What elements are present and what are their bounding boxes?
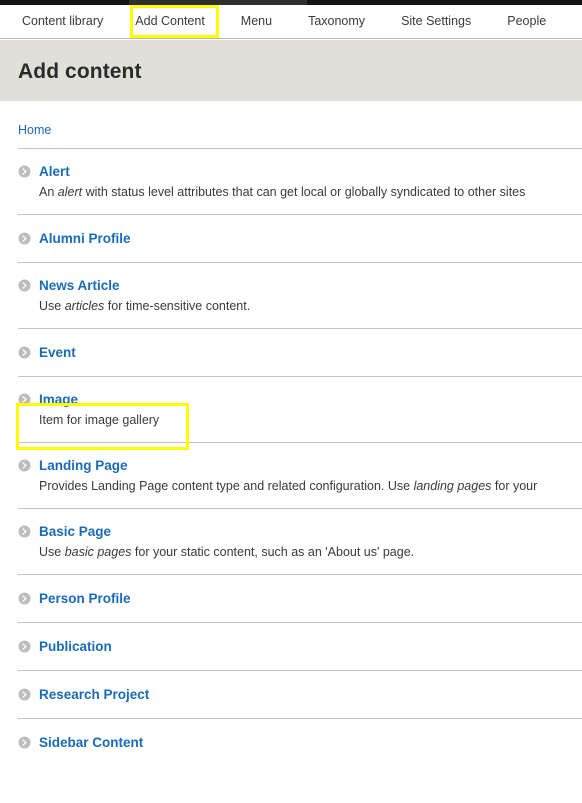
content-type-list: Alert An alert with status level attribut… — [0, 148, 582, 766]
content-type-row: Person Profile — [18, 574, 582, 622]
breadcrumb-link-home[interactable]: Home — [18, 123, 51, 137]
content-type-link-landing-page[interactable]: Landing Page — [39, 456, 128, 475]
description-emphasis: basic pages — [65, 545, 132, 559]
primary-navigation-bar: Content library Add Content Menu Taxonom… — [0, 5, 582, 39]
nav-item-add-content[interactable]: Add Content — [117, 5, 223, 38]
breadcrumb: Home — [0, 101, 582, 148]
content-type-link-sidebar-content[interactable]: Sidebar Content — [39, 733, 143, 752]
chevron-right-circle-icon — [18, 393, 31, 406]
chevron-right-circle-icon — [18, 232, 31, 245]
content-type-description: Use articles for time-sensitive content. — [39, 298, 582, 315]
description-suffix: for your — [491, 479, 537, 493]
content-type-description: Use basic pages for your static content,… — [39, 544, 582, 561]
description-suffix: for time-sensitive content. — [104, 299, 250, 313]
nav-item-taxonomy[interactable]: Taxonomy — [290, 5, 383, 38]
content-type-header: Sidebar Content — [18, 733, 582, 752]
description-prefix: Use — [39, 299, 65, 313]
chevron-right-circle-icon — [18, 592, 31, 605]
content-type-header: Research Project — [18, 685, 582, 704]
content-type-header: Publication — [18, 637, 582, 656]
content-type-description: Item for image gallery — [39, 412, 582, 429]
content-type-header: Basic Page — [18, 522, 582, 541]
description-prefix: An — [39, 185, 58, 199]
content-type-row: Alert An alert with status level attribut… — [18, 148, 582, 214]
chevron-right-circle-icon — [18, 459, 31, 472]
content-type-link-news-article[interactable]: News Article — [39, 276, 120, 295]
description-suffix: for your static content, such as an 'Abo… — [131, 545, 414, 559]
content-type-header: Alert — [18, 162, 582, 181]
content-type-link-event[interactable]: Event — [39, 343, 76, 362]
content-type-link-alumni-profile[interactable]: Alumni Profile — [39, 229, 131, 248]
chevron-right-circle-icon — [18, 525, 31, 538]
chevron-right-circle-icon — [18, 640, 31, 653]
content-type-link-basic-page[interactable]: Basic Page — [39, 522, 111, 541]
content-type-row: Basic Page Use basic pages for your stati… — [18, 508, 582, 574]
content-type-link-person-profile[interactable]: Person Profile — [39, 589, 131, 608]
chevron-right-circle-icon — [18, 165, 31, 178]
content-type-header: Landing Page — [18, 456, 582, 475]
content-type-link-alert[interactable]: Alert — [39, 162, 70, 181]
content-type-link-publication[interactable]: Publication — [39, 637, 112, 656]
description-prefix: Item for image gallery — [39, 413, 159, 427]
content-type-header: Person Profile — [18, 589, 582, 608]
content-type-link-image[interactable]: Image — [39, 390, 78, 409]
content-type-row: Publication — [18, 622, 582, 670]
nav-item-site-settings[interactable]: Site Settings — [383, 5, 489, 38]
description-emphasis: alert — [58, 185, 82, 199]
page-title-band: Add content — [0, 39, 582, 102]
content-type-row: Sidebar Content — [18, 718, 582, 766]
page-title: Add content — [18, 60, 142, 84]
chevron-right-circle-icon — [18, 736, 31, 749]
nav-item-people[interactable]: People — [489, 5, 564, 38]
content-type-description: An alert with status level attributes th… — [39, 184, 582, 201]
content-type-row: Landing Page Provides Landing Page conten… — [18, 442, 582, 508]
content-type-header: Alumni Profile — [18, 229, 582, 248]
nav-item-menu[interactable]: Menu — [223, 5, 290, 38]
description-prefix: Provides Landing Page content type and r… — [39, 479, 414, 493]
content-type-row: Alumni Profile — [18, 214, 582, 262]
content-type-description: Provides Landing Page content type and r… — [39, 478, 582, 495]
chevron-right-circle-icon — [18, 346, 31, 359]
nav-item-content-library[interactable]: Content library — [8, 5, 117, 38]
content-type-row: Image Item for image gallery — [18, 376, 582, 442]
content-type-row: News Article Use articles for time-sensit… — [18, 262, 582, 328]
content-type-link-research-project[interactable]: Research Project — [39, 685, 149, 704]
content-type-header: Image — [18, 390, 582, 409]
description-suffix: with status level attributes that can ge… — [82, 185, 525, 199]
chevron-right-circle-icon — [18, 688, 31, 701]
content-type-row: Event — [18, 328, 582, 376]
chevron-right-circle-icon — [18, 279, 31, 292]
content-type-header: Event — [18, 343, 582, 362]
description-emphasis: landing pages — [414, 479, 492, 493]
description-prefix: Use — [39, 545, 65, 559]
content-type-header: News Article — [18, 276, 582, 295]
nav-item-list: Content library Add Content Menu Taxonom… — [0, 5, 582, 38]
content-type-row: Research Project — [18, 670, 582, 718]
description-emphasis: articles — [65, 299, 105, 313]
